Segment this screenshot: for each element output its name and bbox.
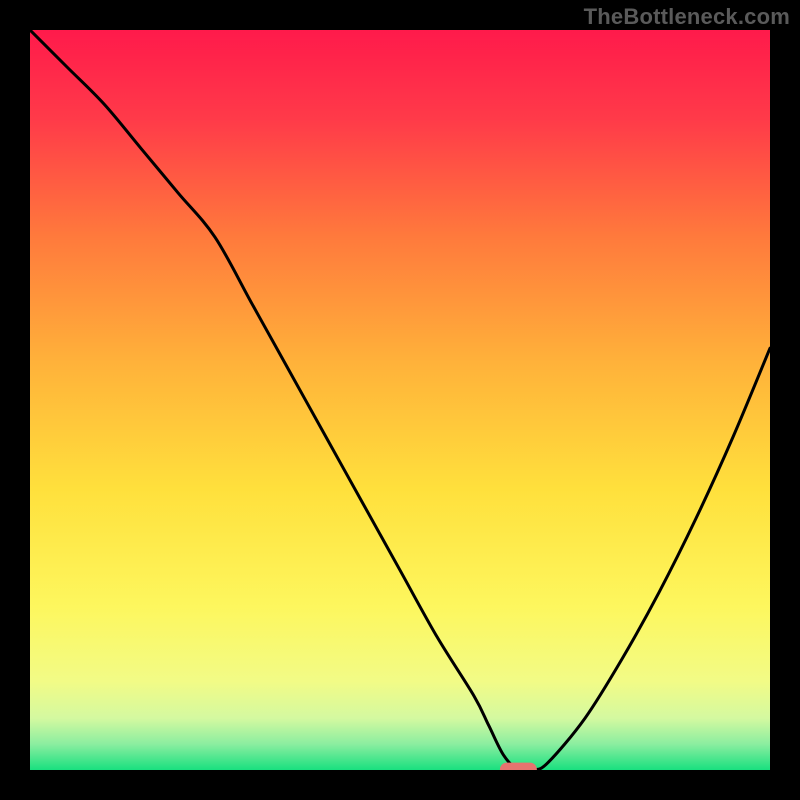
optimal-marker	[500, 763, 537, 770]
chart-frame: TheBottleneck.com	[0, 0, 800, 800]
watermark-text: TheBottleneck.com	[584, 4, 790, 30]
gradient-background	[30, 30, 770, 770]
bottleneck-chart	[30, 30, 770, 770]
